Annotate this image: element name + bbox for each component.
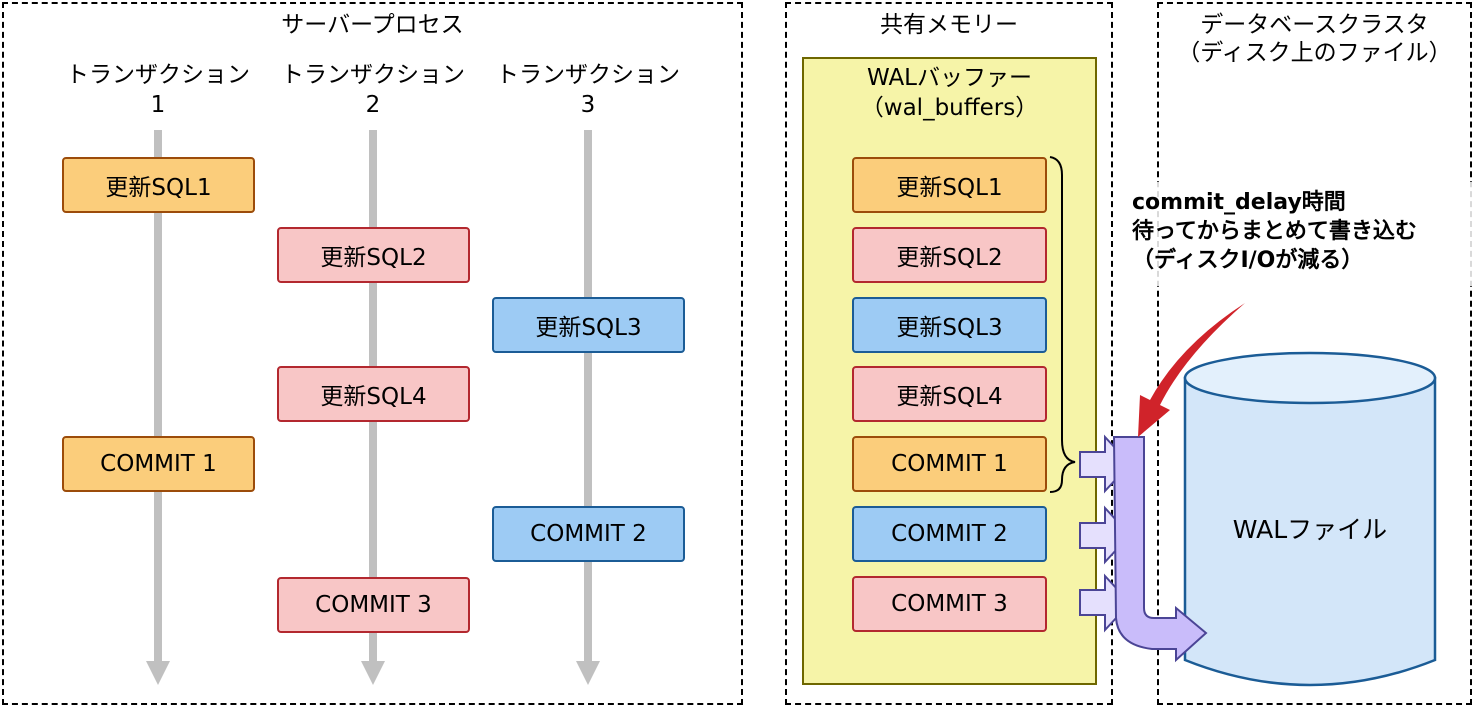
annotation-line-3: （ディスクI/Oが減る） xyxy=(1132,248,1364,273)
commit-delay-annotation: commit_delay時間 待ってからまとめて書き込む （ディスクI/Oが減る… xyxy=(1122,182,1476,286)
group-brace xyxy=(1049,156,1076,493)
diagram-graphics xyxy=(1049,156,1437,687)
wal-file-label: WALファイル xyxy=(1232,515,1388,544)
annotation-line-2: 待ってからまとめて書き込む xyxy=(1132,219,1417,244)
annotation-line-1: commit_delay時間 xyxy=(1132,190,1346,215)
